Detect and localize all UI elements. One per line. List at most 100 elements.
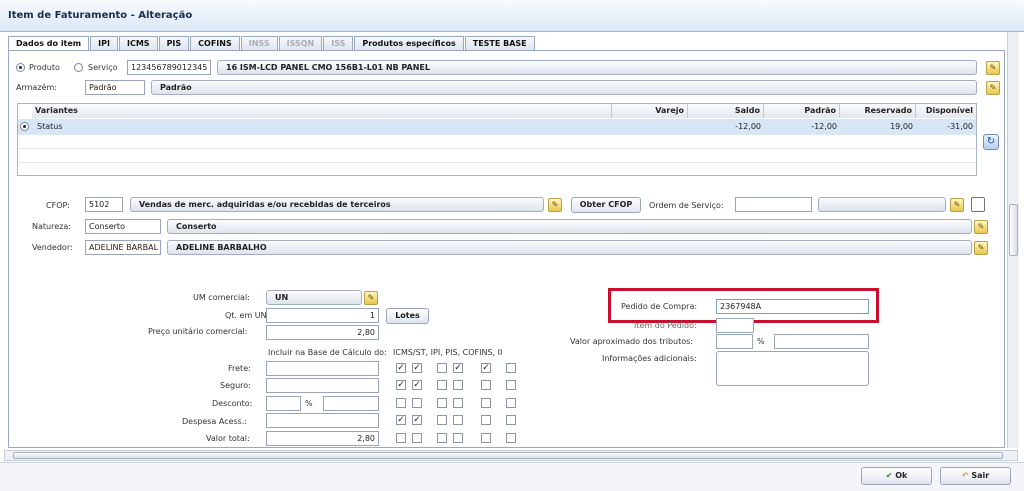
tax-checkbox[interactable] bbox=[506, 380, 516, 390]
base-calculo-header: Incluir na Base de Cálculo do: bbox=[268, 348, 387, 357]
tab-pis[interactable]: PIS bbox=[158, 36, 190, 50]
tax-checkbox[interactable]: ✓ bbox=[396, 380, 406, 390]
tax-checkbox[interactable]: ✓ bbox=[396, 363, 406, 373]
pedido-compra-input[interactable]: 2367948A bbox=[716, 299, 869, 314]
tax-checkbox[interactable] bbox=[437, 398, 447, 408]
tax-checkbox[interactable] bbox=[506, 398, 516, 408]
exit-button[interactable]: ↶ Sair bbox=[940, 467, 1011, 485]
empty-row bbox=[18, 134, 976, 148]
broom-icon[interactable]: ✎ bbox=[950, 198, 964, 212]
tax-checkbox[interactable] bbox=[481, 380, 491, 390]
scroll-thumb[interactable] bbox=[1009, 204, 1018, 256]
tab-bar: Dados do item IPI ICMS PIS COFINS INSS ISSQN IS… bbox=[8, 36, 536, 51]
broom-icon[interactable]: ✎ bbox=[548, 198, 562, 212]
tax-checkbox[interactable] bbox=[437, 415, 447, 425]
tax-checkbox[interactable] bbox=[506, 363, 516, 373]
tax-checkbox[interactable]: ✓ bbox=[412, 415, 422, 425]
tax-checkbox[interactable] bbox=[453, 415, 463, 425]
tax-checkbox[interactable] bbox=[453, 380, 463, 390]
tab-cofins[interactable]: COFINS bbox=[190, 36, 240, 50]
tax-checkbox[interactable] bbox=[453, 398, 463, 408]
tax-checkbox[interactable]: ✓ bbox=[412, 363, 422, 373]
product-code-input[interactable]: 123456789012345 bbox=[127, 60, 211, 75]
tax-checkbox[interactable] bbox=[437, 380, 447, 390]
desconto-value-input[interactable] bbox=[323, 396, 379, 411]
broom-icon[interactable]: ✎ bbox=[364, 291, 378, 305]
ordem-servico-field[interactable] bbox=[818, 197, 946, 212]
tax-checkbox[interactable]: ✓ bbox=[481, 363, 491, 373]
tax-checkbox[interactable]: ✓ bbox=[396, 415, 406, 425]
tax-checkbox[interactable] bbox=[412, 433, 422, 443]
row-select-radio[interactable] bbox=[20, 122, 29, 131]
cfop-code-input[interactable]: 5102 bbox=[85, 197, 123, 212]
tab-ipi[interactable]: IPI bbox=[90, 36, 118, 50]
scroll-thumb[interactable] bbox=[13, 452, 1003, 459]
broom-icon[interactable]: ✎ bbox=[986, 81, 1000, 95]
frete-input[interactable] bbox=[266, 361, 379, 376]
vendedor-label: Vendedor: bbox=[32, 243, 73, 252]
broom-icon[interactable]: ✎ bbox=[974, 220, 988, 234]
tab-teste-base[interactable]: TESTE BASE bbox=[464, 36, 535, 50]
warehouse-code-input[interactable]: Padrão bbox=[85, 80, 145, 95]
warehouse-name-field[interactable]: Padrão bbox=[151, 80, 977, 95]
produto-radio[interactable] bbox=[16, 63, 25, 72]
cfop-label: CFOP: bbox=[46, 201, 71, 210]
info-adicionais-label: Informações adicionais: bbox=[602, 354, 697, 363]
lotes-button[interactable]: Lotes bbox=[386, 308, 429, 324]
tax-checkbox[interactable] bbox=[396, 433, 406, 443]
document-icon[interactable] bbox=[971, 197, 985, 212]
broom-icon[interactable]: ✎ bbox=[974, 241, 988, 255]
ordem-servico-input[interactable] bbox=[735, 197, 812, 212]
tax-checkbox[interactable] bbox=[453, 433, 463, 443]
tab-icms[interactable]: ICMS bbox=[118, 36, 158, 50]
window-title: Item de Faturamento - Alteração bbox=[8, 10, 193, 21]
natureza-name-field[interactable]: Conserto bbox=[167, 219, 972, 234]
broom-icon[interactable]: ✎ bbox=[986, 61, 1000, 75]
info-adicionais-textarea[interactable] bbox=[716, 351, 869, 386]
tax-checkbox[interactable] bbox=[437, 363, 447, 373]
col-header-padrao[interactable]: Padrão bbox=[764, 104, 840, 118]
tax-checkbox[interactable] bbox=[396, 398, 406, 408]
refresh-icon[interactable]: ↻ bbox=[983, 134, 999, 150]
tab-produtos-específicos[interactable]: Produtos específicos bbox=[354, 36, 464, 50]
item-pedido-input[interactable] bbox=[716, 318, 754, 333]
ok-button[interactable]: ✔ Ok bbox=[861, 467, 932, 485]
seguro-input[interactable] bbox=[266, 378, 379, 393]
tax-checkbox[interactable]: ✓ bbox=[412, 380, 422, 390]
cfop-description-field[interactable]: Vendas de merc. adquiridas e/ou recebida… bbox=[130, 197, 544, 212]
tax-checkbox[interactable] bbox=[481, 433, 491, 443]
despesa-input[interactable] bbox=[266, 413, 379, 428]
tax-checkbox[interactable] bbox=[437, 433, 447, 443]
vertical-scrollbar[interactable] bbox=[1007, 32, 1019, 448]
servico-radio[interactable] bbox=[74, 63, 83, 72]
valor-total-input[interactable]: 2,80 bbox=[266, 431, 379, 446]
vendedor-code-input[interactable]: ADELINE BARBAL bbox=[85, 240, 161, 255]
tributos-value-input[interactable] bbox=[774, 334, 869, 349]
natureza-code-input[interactable]: Conserto bbox=[85, 219, 161, 234]
tab-dados-do-item[interactable]: Dados do item bbox=[8, 36, 90, 51]
cell-variant-name: Status bbox=[37, 122, 63, 131]
qt-un-input[interactable]: 1 bbox=[266, 308, 379, 323]
product-name-field[interactable]: 16 ISM-LCD PANEL CMO 156B1-L01 NB PANEL bbox=[217, 60, 977, 75]
col-header-varejo[interactable]: Varejo bbox=[612, 104, 688, 118]
cell-varejo bbox=[612, 119, 688, 134]
tax-checkbox[interactable] bbox=[412, 398, 422, 408]
tax-checkbox[interactable] bbox=[481, 398, 491, 408]
col-header-saldo[interactable]: Saldo bbox=[688, 104, 764, 118]
tributos-percent-input[interactable] bbox=[716, 334, 753, 349]
col-header-variantes[interactable]: Variantes bbox=[32, 104, 612, 118]
horizontal-scrollbar[interactable] bbox=[4, 450, 1018, 461]
tax-checkbox[interactable] bbox=[481, 415, 491, 425]
desconto-label: Desconto: bbox=[212, 399, 253, 408]
preco-unitario-input[interactable]: 2,80 bbox=[266, 325, 379, 340]
tax-checkbox[interactable]: ✓ bbox=[453, 363, 463, 373]
window-titlebar: Item de Faturamento - Alteração bbox=[0, 0, 1024, 32]
tax-checkbox[interactable] bbox=[506, 433, 516, 443]
vendedor-name-field[interactable]: ADELINE BARBALHO bbox=[167, 240, 972, 255]
tax-checkbox[interactable] bbox=[506, 415, 516, 425]
col-header-disponivel[interactable]: Disponível bbox=[916, 104, 976, 118]
um-comercial-field[interactable]: UN bbox=[266, 290, 362, 305]
col-header-reservado[interactable]: Reservado bbox=[840, 104, 916, 118]
desconto-percent-input[interactable] bbox=[266, 396, 301, 411]
obter-cfop-button[interactable]: Obter CFOP bbox=[571, 197, 641, 213]
